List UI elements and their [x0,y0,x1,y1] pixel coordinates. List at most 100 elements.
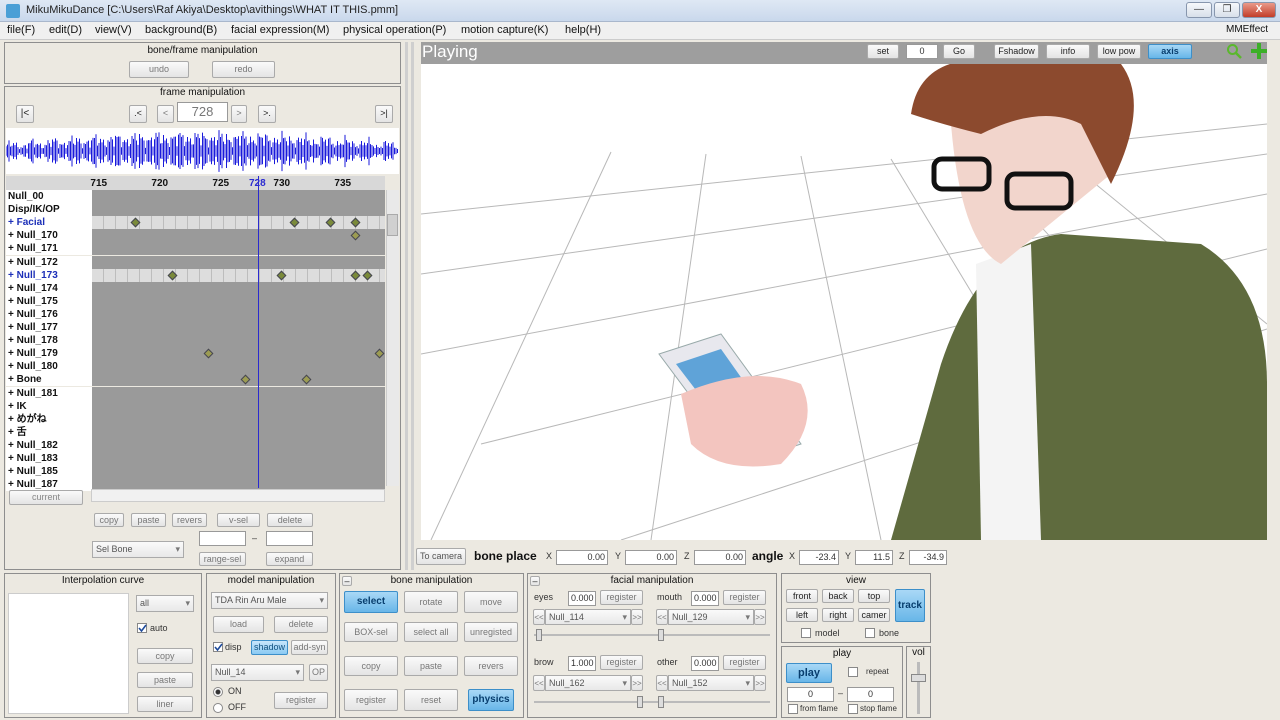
range-sel-button[interactable]: range-sel [199,552,246,566]
mouth-select[interactable]: Null_129 [668,609,754,625]
timeline-row[interactable]: + Null_174 [6,281,385,295]
timeline-row-label[interactable]: + Null_180 [6,360,92,374]
other-select[interactable]: Null_152 [668,675,754,691]
mouth-prev-button[interactable]: << [656,609,668,625]
fshadow-button[interactable]: Fshadow [994,44,1039,59]
model-register-button[interactable]: register [274,692,328,709]
timeline-row[interactable]: + Null_185 [6,465,385,479]
other-value[interactable]: 0.000 [691,656,719,671]
timeline-row-label[interactable]: + Null_174 [6,281,92,295]
timeline-row[interactable]: + Null_182 [6,438,385,452]
timeline-row-cells[interactable] [92,373,385,387]
timeline-row-label[interactable]: Null_00 [6,190,92,203]
view-left-button[interactable]: left [786,608,818,622]
interp-copy-button[interactable]: copy [137,648,193,664]
play-button[interactable]: play [786,663,832,683]
off-radio[interactable] [213,703,223,713]
disp-checkbox[interactable] [213,642,223,652]
unregisted-button[interactable]: unregisted [464,622,518,642]
axis-button[interactable]: axis [1148,44,1192,59]
eyes-register-button[interactable]: register [600,590,643,605]
timeline-row-cells[interactable] [92,360,385,374]
keyframe-diamond[interactable] [203,348,214,359]
other-register-button[interactable]: register [723,655,766,670]
prev-frame-button[interactable]: < [157,105,174,123]
model-select[interactable]: TDA Rin Aru Male [211,592,328,609]
timeline-row-cells[interactable] [92,465,385,479]
eyes-value[interactable]: 0.000 [568,591,596,606]
eyes-select[interactable]: Null_114 [545,609,631,625]
timeline-row-cells[interactable] [92,216,385,230]
move-cross-icon[interactable] [1250,42,1268,60]
info-button[interactable]: info [1046,44,1090,59]
model-bone-select[interactable]: Null_14 [211,664,304,681]
bone-paste-button[interactable]: paste [404,656,458,676]
bone-place-y[interactable]: 0.00 [625,550,677,565]
angle-x[interactable]: -23.4 [799,550,839,565]
menu-physical-operation[interactable]: physical operation(P) [343,24,446,36]
timeline-row[interactable]: + Null_175 [6,294,385,308]
timeline-row[interactable]: Null_00 [6,190,385,203]
view-bone-checkbox[interactable] [865,628,875,638]
bone-copy-button[interactable]: copy [344,656,398,676]
view-front-button[interactable]: front [786,589,818,603]
other-prev-button[interactable]: << [656,675,668,691]
stop-flame-checkbox[interactable] [848,704,858,714]
interp-liner-button[interactable]: liner [137,696,193,712]
view-right-button[interactable]: right [822,608,854,622]
other-next-button[interactable]: >> [754,675,766,691]
keyframe-diamond[interactable] [374,348,385,359]
view-back-button[interactable]: back [822,589,854,603]
keyframe-diamond[interactable] [350,270,361,281]
shadow-toggle[interactable]: shadow [251,640,288,655]
select-all-button[interactable]: select all [404,622,458,642]
keyframe-diamond[interactable] [240,374,251,385]
timeline-row-cells[interactable] [92,438,385,452]
eyes-prev-button[interactable]: << [533,609,545,625]
view-camera-button[interactable]: camer [858,608,890,622]
timeline-row[interactable]: + Null_179 [6,347,385,361]
timeline-row-cells[interactable] [92,203,385,217]
keyframe-diamond[interactable] [350,217,361,228]
brow-next-button[interactable]: >> [631,675,643,691]
first-frame-button[interactable]: |< [16,105,34,123]
timeline-row-cells[interactable] [92,268,385,282]
timeline-row-label[interactable]: + Null_176 [6,307,92,321]
bone-move-button[interactable]: move [464,591,518,613]
next-key-button[interactable]: >. [258,105,276,123]
play-to-input[interactable]: 0 [847,687,894,702]
timeline-vscroll-thumb[interactable] [387,214,398,236]
play-from-input[interactable]: 0 [787,687,834,702]
menu-background[interactable]: background(B) [145,24,217,36]
bone-revers-button[interactable]: revers [464,656,518,676]
eyes-slider[interactable] [536,629,542,641]
timeline-row-label[interactable]: + IK [6,399,92,413]
keyframe-diamond[interactable] [362,270,373,281]
timeline-row-label[interactable]: Disp/IK/OP [6,203,92,217]
mouth-value[interactable]: 0.000 [691,591,719,606]
on-radio[interactable] [213,687,223,697]
timeline-row-label[interactable]: + Null_178 [6,334,92,348]
brow-register-button[interactable]: register [600,655,643,670]
splitter-left[interactable] [405,42,408,570]
frame-paste-button[interactable]: paste [131,513,166,527]
keyframe-diamond[interactable] [289,217,300,228]
timeline-row-cells[interactable] [92,307,385,321]
timeline-row-cells[interactable] [92,294,385,308]
timeline-row[interactable]: + Null_178 [6,334,385,348]
timeline-row-label[interactable]: + Facial [6,216,92,230]
brow-value[interactable]: 1.000 [568,656,596,671]
prev-key-button[interactable]: .< [129,105,147,123]
timeline-row-label[interactable]: + Null_171 [6,242,92,256]
interpolation-curve-canvas[interactable] [8,593,129,714]
add-syn-button[interactable]: add-syn [291,640,328,655]
undo-button[interactable]: undo [129,61,189,78]
timeline-row[interactable]: + 舌 [6,425,385,439]
close-button[interactable]: X [1242,2,1276,18]
timeline-row-label[interactable]: + Bone [6,373,92,387]
menu-mmeffect[interactable]: MMEffect [1226,24,1268,35]
view-top-button[interactable]: top [858,589,890,603]
from-flame-checkbox[interactable] [788,704,798,714]
sel-bone-dropdown[interactable]: Sel Bone [92,541,184,558]
timeline-row[interactable]: + Null_170 [6,229,385,243]
